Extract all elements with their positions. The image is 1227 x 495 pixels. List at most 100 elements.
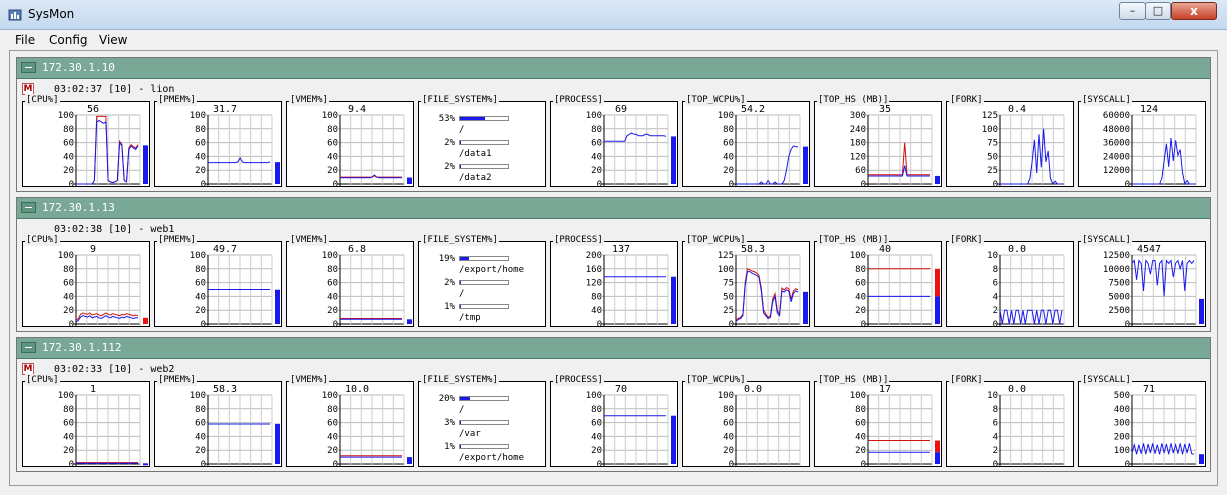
metric-chart: 0.01086420 <box>987 384 1065 468</box>
y-tick-label: 200 <box>1114 432 1130 442</box>
y-tick-label: 80 <box>327 125 338 135</box>
y-tick-label: 100 <box>718 111 734 121</box>
fs-percent: 19% <box>438 254 455 264</box>
current-value: 40 <box>879 244 891 255</box>
fs-usage-fill <box>460 141 461 144</box>
y-tick-label: 100 <box>850 251 866 261</box>
y-tick-label: 80 <box>855 405 866 415</box>
metric-panel: [FILE_SYSTEM%] 20% / 3% /var 1% /export/home <box>418 374 547 467</box>
fs-usage-fill <box>460 397 470 400</box>
metric-chart: 454712500100007500500025000 <box>1103 244 1204 328</box>
y-tick-label: 20 <box>327 446 338 456</box>
level-bar <box>1199 454 1204 464</box>
level-bar-red <box>935 268 940 297</box>
y-tick-label: 40 <box>195 292 206 302</box>
y-tick-label: 80 <box>855 265 866 275</box>
collapse-icon[interactable] <box>21 342 36 353</box>
y-tick-label: 60 <box>723 419 734 429</box>
metric-chart: 13720016012080400 <box>586 244 676 328</box>
y-tick-label: 100 <box>322 251 338 261</box>
metric-panel: [VMEM%] 10.0 100 80 60 40 20 0 <box>286 374 414 468</box>
fs-percent: 20% <box>438 394 455 404</box>
y-tick-label: 40 <box>591 306 602 316</box>
level-bar <box>407 177 412 184</box>
close-button[interactable]: x <box>1171 2 1217 20</box>
menu-config[interactable]: Config <box>49 33 88 47</box>
fs-percent: 53% <box>438 114 455 124</box>
y-tick-label: 60 <box>63 139 74 149</box>
y-tick-label: 5000 <box>1108 292 1130 302</box>
y-tick-label: 40 <box>63 292 74 302</box>
fs-percent: 3% <box>444 418 455 428</box>
fs-mount: /export/home <box>459 453 525 463</box>
y-tick-label: 100 <box>190 391 206 401</box>
y-tick-label: 240 <box>850 125 866 135</box>
level-bar <box>935 296 940 324</box>
current-value: 54.2 <box>741 104 765 115</box>
y-tick-label: 100 <box>1114 446 1130 456</box>
menu-file[interactable]: File <box>15 33 35 47</box>
y-tick-label: 180 <box>850 139 866 149</box>
y-tick-label: 60 <box>591 419 602 429</box>
metric-panel: [PROCESS] 137 200 160 120 80 40 0 <box>550 234 678 328</box>
y-tick-label: 100 <box>322 391 338 401</box>
metric-panel: [TOP_WCPU%] 54.2 100 80 60 40 20 0 <box>682 94 810 188</box>
y-tick-label: 100 <box>850 391 866 401</box>
minimize-button[interactable]: – <box>1119 2 1146 20</box>
y-tick-label: 200 <box>586 251 602 261</box>
level-bar <box>935 175 940 184</box>
filesystem-item: 2% / <box>419 278 547 302</box>
level-bar <box>803 146 808 184</box>
level-bar <box>143 145 148 184</box>
y-tick-label: 12500 <box>1103 251 1130 261</box>
y-tick-label: 10 <box>987 251 998 261</box>
current-value: 137 <box>612 244 630 255</box>
y-tick-label: 100 <box>190 251 206 261</box>
y-tick-label: 24000 <box>1103 152 1130 162</box>
fs-usage-bar <box>459 396 509 401</box>
y-tick-label: 2500 <box>1108 306 1130 316</box>
level-bar-red <box>935 440 940 453</box>
y-tick-label: 80 <box>63 405 74 415</box>
y-tick-label: 7500 <box>1108 279 1130 289</box>
y-tick-label: 60 <box>195 279 206 289</box>
menu-view[interactable]: View <box>99 33 127 47</box>
series-line-blue <box>1131 259 1195 297</box>
y-tick-label: 4 <box>993 292 998 302</box>
y-tick-label: 20 <box>723 446 734 456</box>
y-tick-label: 6 <box>993 279 998 289</box>
host-header[interactable]: 172.30.1.112 <box>17 338 1210 359</box>
y-tick-label: 20 <box>63 446 74 456</box>
y-tick-label: 20 <box>591 166 602 176</box>
fs-usage-bar <box>459 304 509 309</box>
y-tick-label: 500 <box>1114 391 1130 401</box>
current-value: 56 <box>87 104 99 115</box>
level-bar <box>143 463 148 466</box>
metric-panel: [TOP_WCPU%] 0.0 100 80 60 40 20 0 <box>682 374 810 468</box>
metric-panel: [SYSCALL] 4547 12500 10000 7500 5000 2500 0 <box>1078 234 1206 328</box>
host-ip: 172.30.1.13 <box>42 201 115 214</box>
host-header[interactable]: 172.30.1.10 <box>17 58 1210 79</box>
y-tick-label: 4 <box>993 432 998 442</box>
filesystem-item: 20% / <box>419 394 547 418</box>
current-value: 0.0 <box>1008 244 1026 255</box>
fs-usage-bar <box>459 116 509 121</box>
fs-usage-bar <box>459 256 509 261</box>
collapse-icon[interactable] <box>21 62 36 73</box>
maximize-button[interactable]: □ <box>1145 2 1171 20</box>
current-value: 70 <box>615 384 627 395</box>
y-tick-label: 20 <box>855 446 866 456</box>
y-tick-label: 40 <box>195 432 206 442</box>
y-tick-label: 75 <box>987 139 998 149</box>
metric-panel: [SYSCALL] 71 500 400 300 200 100 0 <box>1078 374 1206 468</box>
current-value: 17 <box>879 384 891 395</box>
collapse-icon[interactable] <box>21 202 36 213</box>
host-header[interactable]: 172.30.1.13 <box>17 198 1210 219</box>
filesystem-item: 1% /tmp <box>419 302 547 326</box>
panel-title: [FILE_SYSTEM%] <box>421 234 499 246</box>
y-tick-label: 40 <box>327 152 338 162</box>
level-bar <box>407 319 412 324</box>
y-tick-label: 10 <box>987 391 998 401</box>
metric-chart: 1100806040200 <box>58 384 148 468</box>
metric-chart: 0.0100806040200 <box>718 384 801 468</box>
